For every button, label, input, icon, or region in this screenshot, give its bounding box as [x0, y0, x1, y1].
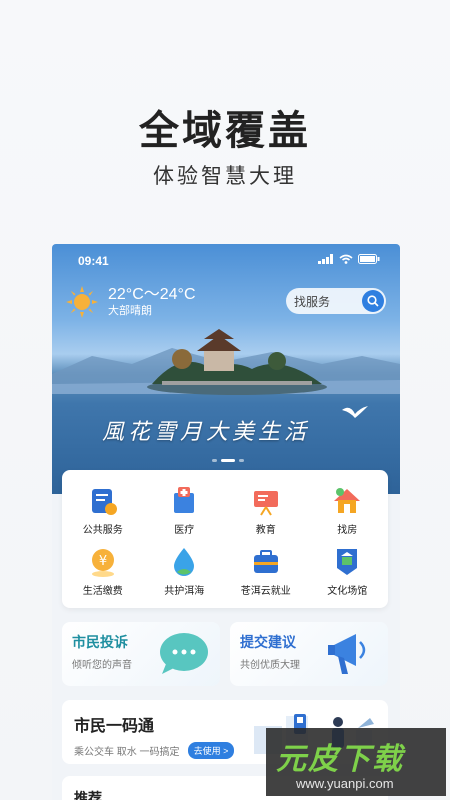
- service-label: 医疗: [174, 525, 195, 536]
- watermark-text: 元皮下载: [276, 743, 404, 776]
- carousel-dot[interactable]: [212, 459, 217, 462]
- education-icon: [253, 491, 278, 516]
- service-label: 苍洱云就业: [240, 586, 291, 597]
- service-house[interactable]: 找房: [307, 480, 389, 541]
- search-placeholder: 找服务: [294, 294, 331, 309]
- search-bar[interactable]: 找服务: [286, 288, 386, 314]
- chat-bubble-icon: [160, 633, 208, 674]
- briefcase-icon: [253, 550, 278, 573]
- search-icon: [367, 295, 379, 307]
- status-icons: [318, 254, 380, 264]
- headline: 全域覆盖: [139, 109, 311, 153]
- carousel-dot-active[interactable]: [221, 459, 235, 462]
- battery-icon: [358, 254, 380, 264]
- weather-description: 大部晴朗: [108, 305, 152, 317]
- service-label: 共护洱海: [164, 586, 205, 597]
- watermark-url: www.yuanpi.com: [296, 776, 394, 791]
- weather-widget[interactable]: 22°C～24°C 大部晴朗: [66, 286, 196, 318]
- service-erhai[interactable]: 共护洱海: [144, 541, 226, 602]
- house-icon: [334, 488, 361, 513]
- service-culture[interactable]: 文化场馆: [307, 541, 389, 602]
- suggestion-card[interactable]: 提交建议 共创优质大理: [230, 622, 388, 686]
- carousel-indicator[interactable]: [212, 459, 244, 462]
- service-label: 找房: [337, 525, 358, 536]
- service-employment[interactable]: 苍洱云就业: [225, 541, 307, 602]
- seagull-graphic: [342, 406, 368, 418]
- signal-icon: [318, 254, 333, 264]
- status-time: 09:41: [78, 254, 109, 268]
- service-education[interactable]: 教育: [225, 480, 307, 541]
- payment-icon: ¥: [91, 549, 114, 577]
- use-button[interactable]: 去使用 >: [187, 742, 235, 759]
- subheadline: 体验智慧大理: [153, 165, 297, 188]
- public-service-icon: [91, 489, 117, 515]
- wifi-icon: [339, 254, 353, 264]
- service-public[interactable]: 公共服务: [62, 480, 144, 541]
- museum-icon: [337, 549, 358, 575]
- phone-screen: 09:41 22°C～24°C 大部晴朗 找服务 風花雪月大美生活 公共服务 医…: [52, 244, 400, 800]
- service-grid: 公共服务 医疗 教育 找房 ¥ 生活缴费 共护洱海 苍洱云就业 文化场馆: [62, 470, 388, 608]
- sun-icon: [66, 286, 98, 318]
- svg-text:¥: ¥: [99, 554, 107, 569]
- service-medical[interactable]: 医疗: [144, 480, 226, 541]
- complaint-card[interactable]: 市民投诉 倾听您的声音: [62, 622, 220, 686]
- service-label: 教育: [255, 525, 276, 536]
- banner-calligraphy: 風花雪月大美生活: [102, 420, 311, 445]
- citizen-code-subtitle: 乘公交车 取水 一码搞定: [74, 747, 180, 758]
- service-label: 生活缴费: [82, 586, 123, 597]
- service-label: 文化场馆: [327, 586, 368, 597]
- search-button[interactable]: [362, 290, 384, 312]
- hero-banner: 09:41 22°C～24°C 大部晴朗 找服务 風花雪月大美生活: [52, 244, 400, 494]
- service-label: 公共服务: [82, 525, 123, 536]
- megaphone-icon: [328, 634, 366, 674]
- temperature: 22°C～24°C: [108, 286, 196, 303]
- carousel-dot[interactable]: [239, 459, 244, 462]
- medical-icon: [174, 487, 195, 513]
- island-pavilion-graphic: [147, 329, 327, 395]
- service-payment[interactable]: ¥ 生活缴费: [62, 541, 144, 602]
- water-drop-icon: [174, 548, 195, 576]
- watermark-logo: 元皮下载 www.yuanpi.com: [266, 728, 446, 796]
